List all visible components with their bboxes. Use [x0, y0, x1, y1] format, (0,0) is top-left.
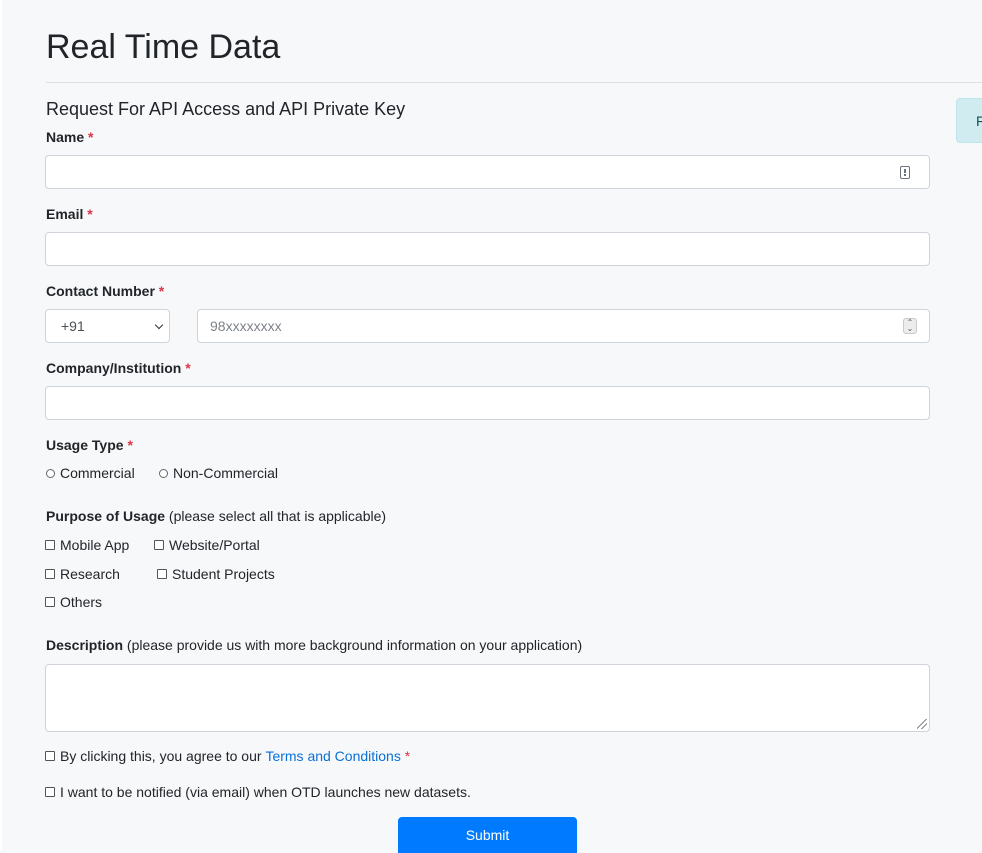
purpose-label: Purpose of Usage (please select all that…	[46, 508, 386, 524]
email-label-text: Email	[46, 206, 84, 222]
description-label: Description (please provide us with more…	[46, 637, 582, 653]
purpose-research-label: Research	[60, 566, 120, 582]
usage-noncommercial-option[interactable]: Non-Commercial	[159, 465, 278, 481]
terms-prefix: By clicking this, you agree to our	[60, 748, 262, 764]
usage-commercial-option[interactable]: Commercial	[46, 465, 135, 481]
number-spinner-icon[interactable]: ⌃ ⌄	[903, 318, 917, 334]
radio-button[interactable]	[159, 468, 168, 478]
purpose-website-option[interactable]: Website/Portal	[154, 537, 260, 553]
submit-button[interactable]: Submit	[398, 817, 577, 853]
required-mark: *	[404, 748, 411, 764]
purpose-student-projects-label: Student Projects	[172, 566, 275, 582]
page-title: Real Time Data	[46, 28, 281, 66]
company-input[interactable]	[45, 386, 930, 420]
name-label-text: Name	[46, 129, 85, 145]
purpose-student-projects-option[interactable]: Student Projects	[157, 566, 275, 582]
checkbox[interactable]	[154, 540, 164, 550]
checkbox[interactable]	[157, 569, 167, 579]
purpose-others-label: Others	[60, 594, 103, 610]
country-code-value: +91	[61, 318, 85, 334]
name-label: Name *	[46, 129, 93, 145]
contact-label: Contact Number *	[46, 283, 164, 299]
required-mark: *	[87, 206, 93, 222]
name-input[interactable]	[45, 155, 930, 189]
company-label: Company/Institution *	[46, 360, 191, 376]
required-mark: *	[158, 283, 165, 299]
required-mark: *	[185, 360, 191, 376]
usage-type-label-text: Usage Type	[46, 437, 124, 453]
checkbox[interactable]	[45, 569, 55, 579]
checkbox[interactable]	[45, 597, 55, 607]
phone-input[interactable]: 98xxxxxxxx ⌃ ⌄	[197, 309, 930, 343]
purpose-mobile-app-label: Mobile App	[60, 537, 130, 553]
country-code-select[interactable]: +91	[45, 309, 170, 343]
usage-noncommercial-label: Non-Commercial	[173, 465, 279, 481]
notify-option[interactable]: I want to be notified (via email) when O…	[45, 784, 471, 800]
purpose-website-label: Website/Portal	[169, 537, 260, 553]
usage-commercial-label: Commercial	[60, 465, 135, 481]
description-label-text: Description	[46, 637, 124, 653]
chevron-down-icon	[154, 320, 164, 330]
required-mark: *	[127, 437, 133, 453]
terms-link[interactable]: Terms and Conditions	[265, 748, 400, 764]
required-mark: *	[88, 129, 94, 145]
usage-type-label: Usage Type *	[46, 437, 133, 453]
purpose-label-text: Purpose of Usage	[46, 508, 166, 524]
phone-placeholder: 98xxxxxxxx	[210, 318, 282, 334]
side-alert-text: F	[976, 113, 982, 129]
purpose-hint: (please select all that is applicable)	[168, 508, 387, 524]
contact-label-text: Contact Number	[46, 283, 155, 299]
description-hint: (please provide us with more background …	[126, 637, 583, 653]
checkbox[interactable]	[45, 540, 55, 550]
resize-handle-icon[interactable]	[917, 719, 927, 729]
purpose-others-option[interactable]: Others	[45, 594, 102, 610]
terms-option[interactable]: By clicking this, you agree to our Terms…	[45, 748, 410, 764]
description-textarea[interactable]	[45, 664, 930, 732]
form-heading: Request For API Access and API Private K…	[46, 99, 406, 119]
page-left-edge	[0, 0, 2, 851]
notify-label: I want to be notified (via email) when O…	[60, 784, 471, 800]
autofill-contact-icon[interactable]	[900, 166, 910, 179]
checkbox[interactable]	[45, 787, 55, 797]
purpose-research-option[interactable]: Research	[45, 566, 120, 582]
email-input[interactable]	[45, 232, 930, 266]
side-alert: F	[956, 98, 982, 143]
company-label-text: Company/Institution	[46, 360, 182, 376]
email-label: Email *	[46, 206, 93, 222]
radio-button[interactable]	[46, 468, 55, 478]
checkbox[interactable]	[45, 751, 55, 761]
purpose-mobile-app-option[interactable]: Mobile App	[45, 537, 129, 553]
title-divider	[46, 82, 982, 83]
